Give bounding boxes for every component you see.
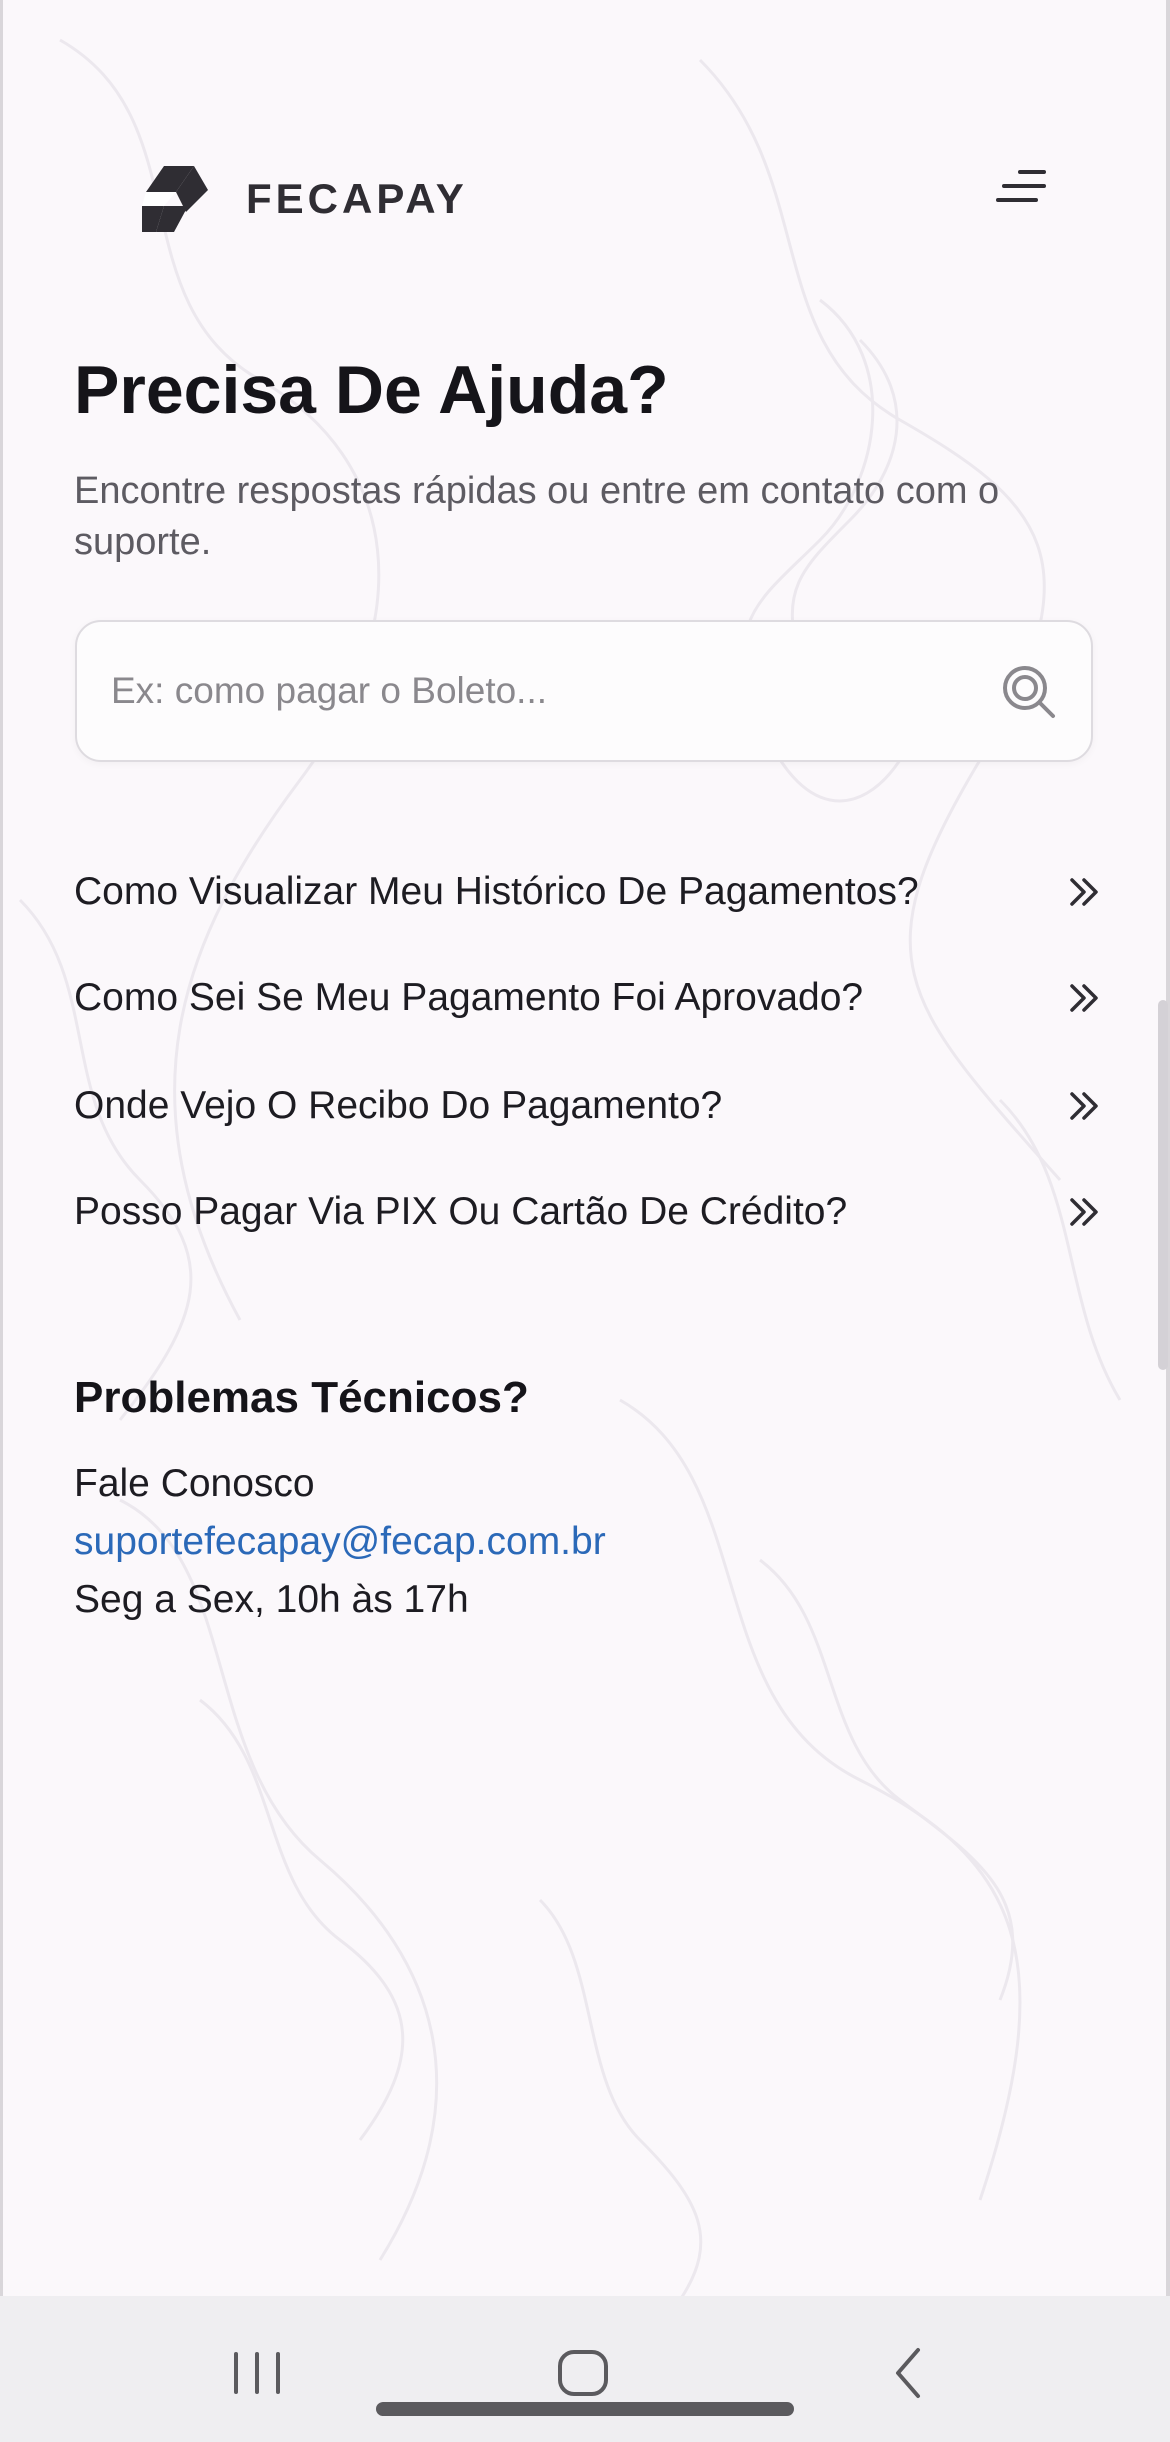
faq-item-payment-receipt[interactable]: Onde Vejo O Recibo Do Pagamento? — [74, 1066, 1104, 1146]
recents-icon — [234, 2352, 280, 2394]
page-subtitle: Encontre respostas rápidas ou entre em c… — [74, 470, 1000, 563]
brand-name: FECAPAY — [246, 175, 468, 222]
faq-item-label: Como Visualizar Meu Histórico De Pagamen… — [74, 870, 919, 913]
search-input[interactable] — [111, 622, 991, 760]
home-button[interactable] — [548, 2338, 618, 2408]
page-title: Precisa De Ajuda? — [74, 352, 669, 428]
double-chevron-right-icon — [1064, 1086, 1104, 1126]
search-box[interactable] — [75, 620, 1093, 762]
faq-item-label: Posso Pagar Via PIX Ou Cartão De Crédito… — [74, 1190, 848, 1233]
brand-logo[interactable]: FECAPAY — [136, 160, 468, 238]
back-icon — [896, 2348, 920, 2398]
faq-item-payment-approved[interactable]: Como Sei Se Meu Pagamento Foi Aprovado? — [74, 958, 1104, 1038]
background-pattern — [18, 38, 1122, 2300]
menu-icon — [996, 170, 1046, 202]
support-email-link[interactable]: suportefecapay@fecap.com.br — [74, 1520, 606, 1563]
screen-left-edge — [0, 0, 3, 2442]
home-icon — [558, 2350, 608, 2396]
support-contact-label: Fale Conosco — [74, 1462, 315, 1505]
double-chevron-right-icon — [1064, 978, 1104, 1018]
support-title: Problemas Técnicos? — [74, 1373, 529, 1422]
faq-item-payment-history[interactable]: Como Visualizar Meu Histórico De Pagamen… — [74, 852, 1104, 932]
fecapay-logo-icon — [142, 166, 208, 232]
home-indicator[interactable] — [376, 2402, 794, 2416]
support-hours: Seg a Sex, 10h às 17h — [74, 1578, 469, 1621]
faq-item-pix-credit-card[interactable]: Posso Pagar Via PIX Ou Cartão De Crédito… — [74, 1172, 1104, 1252]
recents-button[interactable] — [222, 2338, 292, 2408]
faq-item-label: Onde Vejo O Recibo Do Pagamento? — [74, 1084, 723, 1127]
faq-item-label: Como Sei Se Meu Pagamento Foi Aprovado? — [74, 976, 864, 1019]
menu-button[interactable] — [996, 166, 1048, 210]
double-chevron-right-icon — [1064, 872, 1104, 912]
double-chevron-right-icon — [1064, 1192, 1104, 1232]
search-icon[interactable] — [997, 660, 1061, 724]
back-button[interactable] — [876, 2338, 946, 2408]
scrollbar-thumb[interactable] — [1158, 1000, 1168, 1370]
